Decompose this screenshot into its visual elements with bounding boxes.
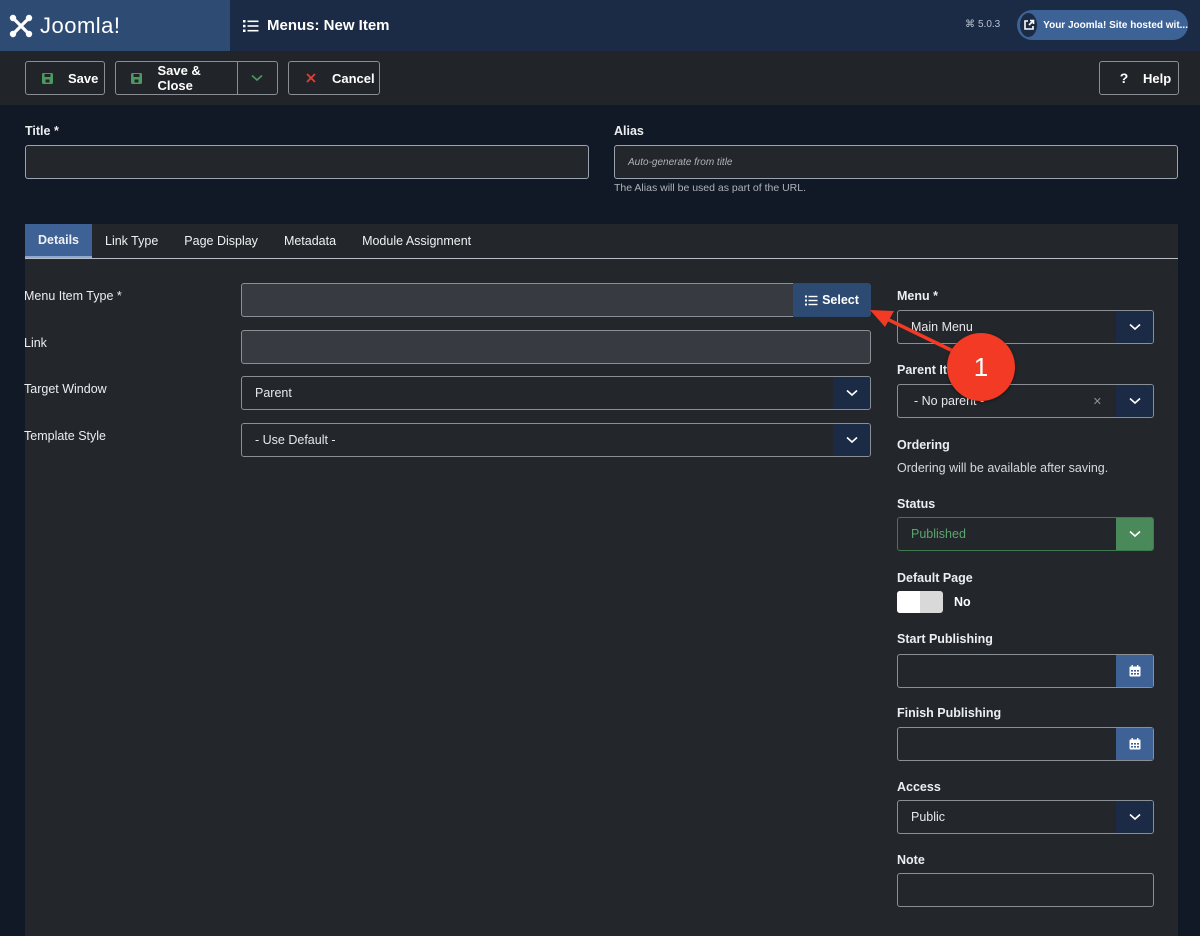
save-label: Save bbox=[68, 70, 99, 86]
save-icon bbox=[130, 72, 143, 84]
help-label: Help bbox=[1143, 70, 1172, 86]
start-publishing-input[interactable] bbox=[897, 654, 1154, 688]
ordering-label: Ordering bbox=[897, 438, 950, 452]
toolbar: Save Save & Close Cancel ? Help bbox=[0, 51, 1200, 105]
chevron-down-icon bbox=[1116, 518, 1153, 550]
link-field bbox=[241, 330, 871, 364]
site-link-button[interactable]: Your Joomla! Site hosted wit... bbox=[1017, 10, 1188, 40]
help-button[interactable]: ? Help bbox=[1099, 61, 1179, 95]
question-icon: ? bbox=[1119, 70, 1129, 86]
page-title: Menus: New Item bbox=[267, 17, 390, 34]
cancel-button[interactable]: Cancel bbox=[288, 61, 380, 95]
finish-publishing-input[interactable] bbox=[897, 727, 1154, 761]
status-label: Status bbox=[897, 497, 936, 511]
title-input[interactable] bbox=[25, 145, 589, 179]
menu-select[interactable]: Main Menu bbox=[897, 310, 1154, 344]
external-link-icon bbox=[1020, 13, 1038, 37]
template-style-value: - Use Default - bbox=[255, 433, 336, 447]
save-close-button[interactable]: Save & Close bbox=[116, 62, 238, 94]
parent-item-select[interactable]: - No parent - ✕ bbox=[897, 384, 1154, 418]
target-window-select[interactable]: Parent bbox=[241, 376, 871, 410]
note-input[interactable] bbox=[897, 873, 1154, 907]
default-page-toggle[interactable] bbox=[897, 591, 943, 613]
link-label: Link bbox=[24, 336, 47, 350]
list-icon bbox=[805, 295, 818, 305]
select-menu-item-type-button[interactable]: Select bbox=[793, 283, 871, 317]
toggle-knob bbox=[897, 591, 920, 613]
joomla-logo-icon bbox=[9, 14, 33, 37]
save-close-button-group: Save & Close bbox=[115, 61, 278, 95]
list-icon bbox=[243, 19, 259, 32]
tab-details[interactable]: Details bbox=[25, 224, 92, 258]
version-badge: ⌘ 5.0.3 bbox=[965, 19, 1000, 30]
template-style-select[interactable]: - Use Default - bbox=[241, 423, 871, 457]
start-publishing-label: Start Publishing bbox=[897, 632, 993, 646]
default-page-value: No bbox=[954, 595, 971, 609]
ordering-text: Ordering will be available after saving. bbox=[897, 461, 1109, 475]
cancel-label: Cancel bbox=[332, 70, 375, 86]
save-button[interactable]: Save bbox=[25, 61, 105, 95]
clear-icon[interactable]: ✕ bbox=[1093, 395, 1102, 408]
chevron-down-icon bbox=[1116, 311, 1153, 343]
menu-value: Main Menu bbox=[911, 320, 973, 334]
header: Joomla! Menus: New Item ⌘ 5.0.3 Your Joo… bbox=[0, 0, 1200, 51]
target-window-label: Target Window bbox=[24, 382, 107, 396]
target-window-value: Parent bbox=[255, 386, 292, 400]
tab-module-assignment[interactable]: Module Assignment bbox=[349, 224, 484, 258]
status-select[interactable]: Published bbox=[897, 517, 1154, 551]
alias-placeholder: Auto-generate from title bbox=[628, 156, 733, 168]
note-label: Note bbox=[897, 853, 925, 867]
close-icon bbox=[304, 73, 318, 83]
menu-label: Menu * bbox=[897, 289, 938, 303]
access-label: Access bbox=[897, 780, 941, 794]
alias-help-text: The Alias will be used as part of the UR… bbox=[614, 182, 807, 194]
access-select[interactable]: Public bbox=[897, 800, 1154, 834]
tab-metadata[interactable]: Metadata bbox=[271, 224, 349, 258]
save-options-dropdown[interactable] bbox=[238, 62, 277, 94]
alias-input[interactable]: Auto-generate from title bbox=[614, 145, 1178, 179]
finish-publishing-label: Finish Publishing bbox=[897, 706, 1002, 720]
access-value: Public bbox=[911, 810, 946, 824]
default-page-label: Default Page bbox=[897, 571, 973, 585]
site-link-text: Your Joomla! Site hosted wit... bbox=[1043, 19, 1188, 31]
title-label: Title * bbox=[25, 124, 59, 138]
logo-text: Joomla! bbox=[40, 12, 121, 38]
menu-item-type-field bbox=[241, 283, 794, 317]
tab-bar: Details Link Type Page Display Metadata … bbox=[25, 224, 1178, 259]
joomla-small-icon: ⌘ bbox=[965, 19, 975, 30]
chevron-down-icon bbox=[833, 424, 870, 456]
chevron-down-icon bbox=[1116, 385, 1153, 417]
version-text: 5.0.3 bbox=[978, 19, 1001, 30]
joomla-logo[interactable]: Joomla! bbox=[0, 0, 230, 51]
tab-link-type[interactable]: Link Type bbox=[92, 224, 171, 258]
menu-item-type-label: Menu Item Type * bbox=[24, 289, 122, 303]
calendar-icon[interactable] bbox=[1116, 655, 1153, 687]
chevron-down-icon bbox=[833, 377, 870, 409]
alias-label: Alias bbox=[614, 124, 644, 138]
template-style-label: Template Style bbox=[24, 429, 106, 443]
chevron-down-icon bbox=[1116, 801, 1153, 833]
annotation-marker: 1 bbox=[947, 333, 1015, 401]
save-icon bbox=[40, 72, 54, 84]
save-close-label: Save & Close bbox=[157, 63, 201, 93]
calendar-icon[interactable] bbox=[1116, 728, 1153, 760]
status-value: Published bbox=[911, 527, 966, 541]
tab-page-display[interactable]: Page Display bbox=[171, 224, 271, 258]
chevron-down-icon bbox=[251, 74, 263, 82]
select-label: Select bbox=[822, 293, 859, 307]
